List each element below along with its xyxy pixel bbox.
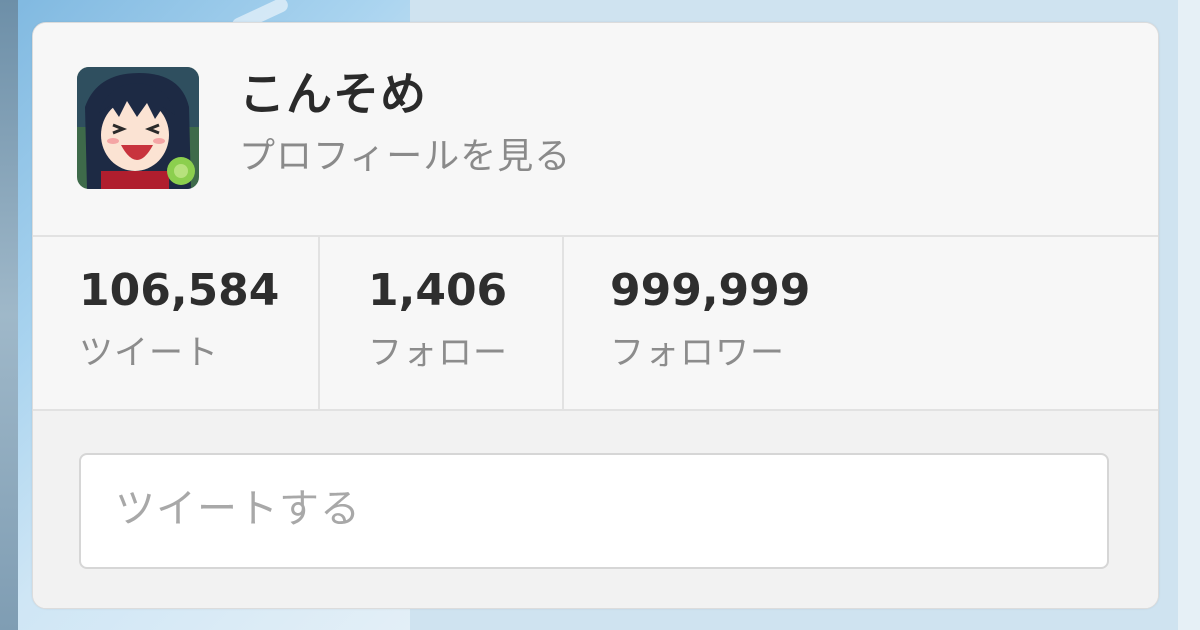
stat-following-label: フォロー — [368, 333, 508, 373]
profile-card: こんそめ プロフィールを見る 106,584 ツイート 1,406 フォロー 9… — [32, 22, 1159, 609]
compose-area: ツイートする — [33, 411, 1158, 608]
stat-following-count: 1,406 — [368, 265, 508, 316]
avatar[interactable] — [77, 67, 199, 189]
profile-name: こんそめ — [239, 67, 427, 121]
view-profile-link[interactable]: プロフィールを見る — [239, 135, 571, 178]
stat-following[interactable]: 1,406 フォロー — [320, 237, 564, 409]
stat-tweets[interactable]: 106,584 ツイート — [33, 237, 320, 409]
profile-header: こんそめ プロフィールを見る — [33, 23, 1158, 237]
stat-followers-count: 999,999 — [610, 265, 811, 316]
tweet-input[interactable]: ツイートする — [79, 453, 1109, 569]
avatar-image — [77, 67, 199, 189]
profile-stats: 106,584 ツイート 1,406 フォロー 999,999 フォロワー — [33, 237, 1158, 411]
stat-tweets-count: 106,584 — [79, 265, 280, 316]
stat-followers-label: フォロワー — [610, 333, 785, 373]
tweet-input-placeholder: ツイートする — [115, 486, 361, 532]
stat-followers[interactable]: 999,999 フォロワー — [564, 237, 1158, 409]
stat-tweets-label: ツイート — [79, 333, 219, 373]
